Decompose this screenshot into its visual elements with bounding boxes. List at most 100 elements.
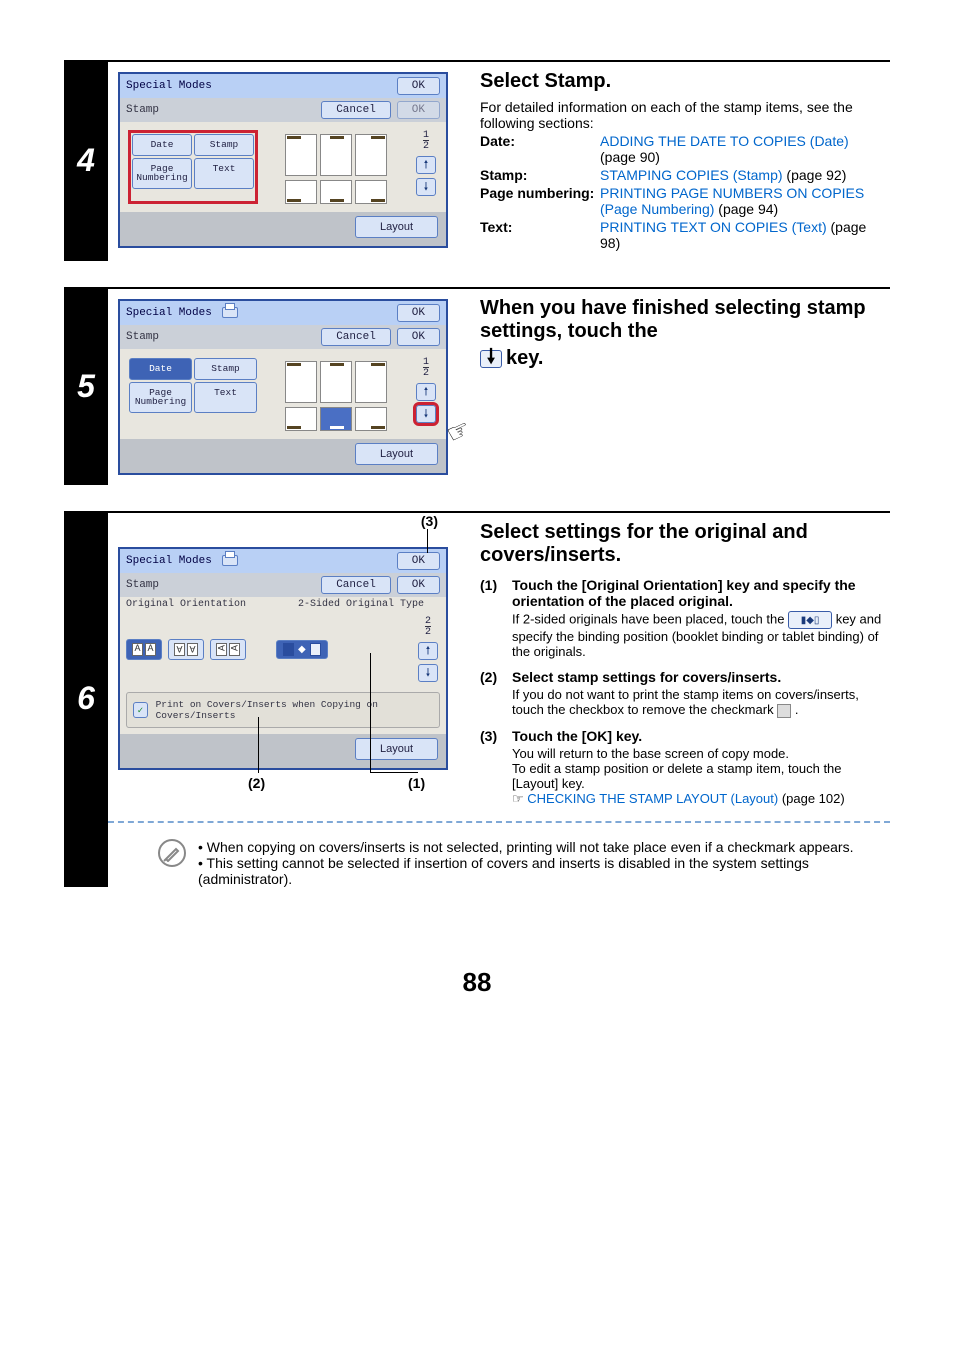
page-ref: (page 94) [714,201,778,217]
sub2-num: (2) [480,669,504,685]
item-label: Stamp: [480,167,600,183]
orientation-landscape-button[interactable]: AA [210,639,246,660]
note-2: • This setting cannot be selected if ins… [198,855,886,887]
step5-title: When you have finished selecting stamp s… [480,297,886,370]
sub1-body: If 2-sided originals have been placed, t… [512,611,886,659]
lcd-tab-stamp[interactable]: Stamp [194,358,257,380]
lcd-page-total: 2 [423,140,429,152]
page-ref: (page 102) [778,791,845,806]
lcd-layout-button[interactable]: Layout [355,738,438,760]
item-label: Text: [480,219,600,251]
lcd-layout-button[interactable]: Layout [355,443,438,465]
scroll-down-button[interactable]: 🠗 [416,178,436,196]
lcd-preview [266,130,406,204]
step4-intro: For detailed information on each of the … [480,99,886,131]
scroll-down-button[interactable]: 🠗 [418,664,438,682]
two-sided-type-button[interactable]: ◆ [276,640,328,659]
note-pencil-icon [158,839,186,867]
arrow-up-icon: 🠕 [424,383,429,402]
two-sided-key-icon: ▮◆▯ [788,611,832,629]
lcd-tab-page-numbering[interactable]: Page Numbering [129,382,192,413]
orientation-label: Original Orientation [126,599,246,610]
lcd-cancel-button[interactable]: Cancel [321,576,391,594]
lcd-tab-text[interactable]: Text [194,382,257,413]
link-layout-check[interactable]: CHECKING THE STAMP LAYOUT (Layout) [527,791,778,806]
step-4: 4 Special Modes OK Stamp Cancel OK [64,60,890,261]
lcd-ok-top-button[interactable]: OK [397,77,440,95]
page-ref: (page 92) [783,167,847,183]
step-number: 5 [64,287,108,485]
sub3-num: (3) [480,728,504,744]
two-sided-label: 2-Sided Original Type [298,599,424,610]
lcd-title: Special Modes [126,307,212,319]
page-ref: (page 90) [600,149,660,165]
step4-title: Select Stamp. [480,70,886,93]
arrow-down-icon: 🠗 [426,664,431,683]
lcd-tab-text[interactable]: Text [194,158,254,189]
arrow-down-icon: 🠗 [424,178,429,197]
step-5: 5 Special Modes OK Stamp Cancel [64,287,890,485]
callout-3-label: (3) [421,513,438,529]
lcd-tab-date[interactable]: Date [129,358,192,380]
page-number: 88 [64,967,890,998]
lcd-page-total: 2 [423,367,429,379]
printer-icon [220,305,238,321]
step-number: 6 [64,511,108,887]
orientation-portrait-button[interactable]: AA [126,639,162,660]
lcd-panel-step4: Special Modes OK Stamp Cancel OK D [118,72,448,248]
scroll-up-button[interactable]: 🠕 [416,156,436,174]
sub2-body: If you do not want to print the stamp it… [512,687,886,718]
sub1-head: Touch the [Original Orientation] key and… [512,577,886,609]
lcd-cancel-button[interactable]: Cancel [321,328,391,346]
item-label: Page numbering: [480,185,600,217]
scroll-up-button[interactable]: 🠕 [418,642,438,660]
scroll-down-button[interactable]: 🠗 [416,405,436,423]
orientation-inverted-button[interactable]: AA [168,639,204,660]
lcd-title: Special Modes [126,80,212,92]
lcd-ok-button[interactable]: OK [397,576,440,594]
arrow-up-icon: 🠕 [424,156,429,175]
lcd-ok-button[interactable]: OK [397,328,440,346]
note-1: • When copying on covers/inserts is not … [198,839,886,855]
item-label: Date: [480,133,600,165]
callout-1-label: (1) [408,775,425,791]
step-number: 4 [64,60,108,261]
lcd-layout-button[interactable]: Layout [355,216,438,238]
lcd-ok-top-button[interactable]: OK [397,552,440,570]
dashed-separator [108,821,890,823]
link-date[interactable]: ADDING THE DATE TO COPIES (Date) [600,133,849,149]
lcd-tab-page-numbering[interactable]: Page Numbering [132,158,192,189]
step-6: 6 (3) Special Modes OK [64,511,890,887]
step6-title: Select settings for the original and cov… [480,521,886,567]
down-arrow-key-icon: 🠗 [480,350,502,368]
sub3-line1: You will return to the base screen of co… [512,746,886,761]
lcd-ok-button[interactable]: OK [397,101,440,119]
lcd-panel-step6: Special Modes OK Stamp Cancel OK [118,547,448,770]
covers-inserts-label: Print on Covers/Inserts when Copying on … [156,699,433,721]
sub3-line2: To edit a stamp position or delete a sta… [512,761,886,791]
printer-icon [220,553,238,569]
lcd-tab-date[interactable]: Date [132,134,192,156]
lcd-title: Special Modes [126,555,212,567]
lcd-subtitle: Stamp [126,331,159,343]
sub1-num: (1) [480,577,504,609]
empty-checkbox-icon [777,704,791,718]
lcd-panel-step5: Special Modes OK Stamp Cancel OK [118,299,448,475]
lcd-subtitle: Stamp [126,579,159,591]
scroll-up-button[interactable]: 🠕 [416,383,436,401]
lcd-preview [266,357,406,431]
lcd-tab-stamp[interactable]: Stamp [194,134,254,156]
link-stamp[interactable]: STAMPING COPIES (Stamp) [600,167,783,183]
lcd-subtitle: Stamp [126,104,159,116]
sub3-head: Touch the [OK] key. [512,728,886,744]
arrow-up-icon: 🠕 [426,642,431,661]
covers-inserts-checkbox[interactable]: ✓ [133,702,148,718]
lcd-ok-top-button[interactable]: OK [397,304,440,322]
lcd-page-total: 2 [425,626,431,638]
callout-2-label: (2) [248,775,265,791]
link-text[interactable]: PRINTING TEXT ON COPIES (Text) [600,219,827,235]
cross-ref-icon: ☞ [512,791,524,806]
sub2-head: Select stamp settings for covers/inserts… [512,669,886,685]
lcd-cancel-button[interactable]: Cancel [321,101,391,119]
arrow-down-icon: 🠗 [424,405,429,424]
